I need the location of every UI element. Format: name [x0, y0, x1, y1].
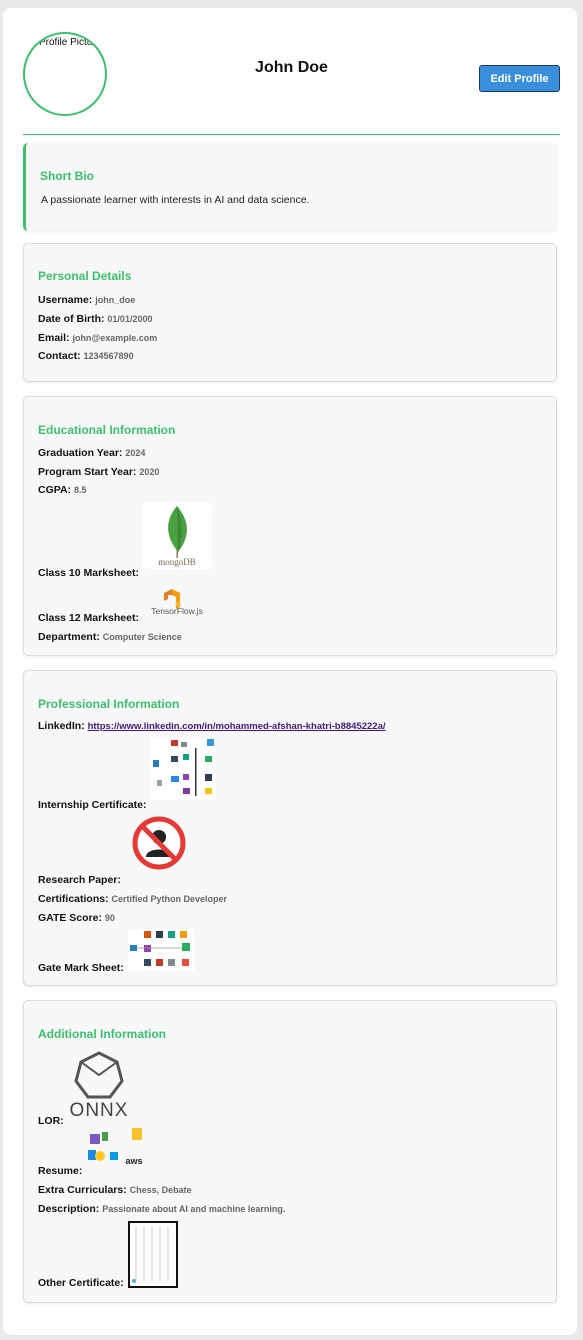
- lor-image[interactable]: ONNX: [66, 1049, 132, 1121]
- email-label: Email:: [38, 332, 70, 344]
- professional-title: Professional Information: [38, 697, 180, 711]
- professional-card: Professional Information LinkedIn: https…: [23, 670, 557, 986]
- lor-row: LOR:: [38, 1115, 64, 1127]
- resume-label: Resume:: [38, 1165, 83, 1177]
- gate-score-value: 90: [104, 913, 115, 923]
- education-card: Educational Information Graduation Year:…: [23, 396, 557, 656]
- graduation-value: 2024: [125, 448, 146, 458]
- cgpa-value: 8.5: [73, 485, 87, 495]
- dob-label: Date of Birth:: [38, 313, 105, 325]
- cgpa-label: CGPA:: [38, 484, 72, 496]
- class10-marksheet-image[interactable]: mongoDB: [143, 502, 212, 569]
- program-start-row: Program Start Year: 2020: [38, 466, 159, 478]
- extra-curriculars-value: Chess, Debate: [129, 1185, 192, 1195]
- contact-value: 1234567890: [83, 351, 134, 361]
- onnx-logo-icon: ONNX: [70, 1051, 129, 1121]
- certifications-row: Certifications: Certified Python Develop…: [38, 893, 227, 905]
- onnx-text: ONNX: [70, 1100, 129, 1119]
- document-thumbnail-icon: [132, 1227, 169, 1283]
- avatar-alt-text: Profile Picture: [39, 37, 102, 48]
- cgpa-row: CGPA: 8.5: [38, 484, 87, 496]
- class10-row: Class 10 Marksheet:: [38, 567, 139, 579]
- linkedin-link[interactable]: https://www.linkedin.com/in/mohammed-afs…: [88, 721, 386, 732]
- tensorflow-text: TensorFlow.js: [151, 606, 203, 616]
- class12-marksheet-image[interactable]: TensorFlow.js: [147, 587, 207, 621]
- no-user-icon: [132, 816, 186, 870]
- linkedin-label: LinkedIn:: [38, 720, 85, 732]
- department-row: Department: Computer Science: [38, 631, 182, 643]
- other-certificate-label: Other Certificate:: [38, 1277, 124, 1289]
- aws-text: aws: [125, 1156, 142, 1166]
- diagram-thumbnail-icon: [130, 931, 190, 966]
- bio-text: A passionate learner with interests in A…: [41, 194, 310, 206]
- department-value: Computer Science: [102, 632, 182, 642]
- gate-sheet-row: Gate Mark Sheet:: [38, 962, 124, 974]
- class12-row: Class 12 Marksheet:: [38, 612, 139, 624]
- additional-card: Additional Information ONNX LOR: aws Res…: [23, 1000, 557, 1303]
- other-certificate-row: Other Certificate:: [38, 1277, 124, 1289]
- contact-row: Contact: 1234567890: [38, 350, 134, 362]
- program-start-label: Program Start Year:: [38, 466, 137, 478]
- tensorflow-icon: TensorFlow.js: [151, 589, 203, 616]
- tech-logos-icon: aws: [88, 1128, 143, 1166]
- internship-label: Internship Certificate:: [38, 799, 147, 811]
- lor-label: LOR:: [38, 1115, 64, 1127]
- username-label: Username:: [38, 294, 93, 306]
- research-row: Research Paper:: [38, 874, 121, 886]
- internship-row: Internship Certificate:: [38, 799, 147, 811]
- personal-title: Personal Details: [38, 269, 132, 283]
- research-label: Research Paper:: [38, 874, 121, 886]
- linkedin-row: LinkedIn: https://www.linkedin.com/in/mo…: [38, 720, 386, 732]
- contact-label: Contact:: [38, 350, 81, 362]
- username-row: Username: john_doe: [38, 294, 135, 306]
- certifications-label: Certifications:: [38, 893, 109, 905]
- gate-score-row: GATE Score: 90: [38, 912, 115, 924]
- mongodb-text: mongoDB: [158, 557, 196, 567]
- extra-curriculars-row: Extra Curriculars: Chess, Debate: [38, 1184, 192, 1196]
- username-value: john_doe: [95, 295, 136, 305]
- education-title: Educational Information: [38, 423, 176, 437]
- other-certificate-image[interactable]: [128, 1221, 178, 1288]
- department-label: Department:: [38, 631, 100, 643]
- class12-label: Class 12 Marksheet:: [38, 612, 139, 624]
- description-value: Passionate about AI and machine learning…: [102, 1204, 286, 1214]
- gate-marksheet-image[interactable]: [128, 929, 194, 971]
- additional-title: Additional Information: [38, 1027, 166, 1041]
- edit-profile-button[interactable]: Edit Profile: [479, 65, 560, 92]
- diagram-thumbnail-icon: [153, 739, 214, 796]
- certifications-value: Certified Python Developer: [111, 894, 228, 904]
- internship-certificate-image[interactable]: [151, 738, 216, 800]
- graduation-row: Graduation Year: 2024: [38, 447, 145, 459]
- description-label: Description:: [38, 1203, 100, 1215]
- program-start-value: 2020: [139, 467, 160, 477]
- email-value: john@example.com: [72, 333, 158, 343]
- profile-page: Profile Picture John Doe Edit Profile Sh…: [3, 8, 577, 1335]
- research-paper-image[interactable]: [131, 815, 187, 871]
- gate-sheet-label: Gate Mark Sheet:: [38, 962, 124, 974]
- dob-value: 01/01/2000: [107, 314, 153, 324]
- personal-details-card: Personal Details Username: john_doe Date…: [23, 243, 557, 382]
- graduation-label: Graduation Year:: [38, 447, 123, 459]
- extra-curriculars-label: Extra Curriculars:: [38, 1184, 127, 1196]
- class10-label: Class 10 Marksheet:: [38, 567, 139, 579]
- resume-image[interactable]: aws: [86, 1126, 148, 1168]
- dob-row: Date of Birth: 01/01/2000: [38, 313, 152, 325]
- resume-row: Resume:: [38, 1165, 82, 1177]
- bio-title: Short Bio: [40, 169, 94, 183]
- gate-score-label: GATE Score:: [38, 912, 102, 924]
- profile-header: Profile Picture John Doe Edit Profile: [23, 26, 560, 135]
- mongodb-leaf-icon: mongoDB: [158, 506, 196, 567]
- bio-card: Short Bio A passionate learner with inte…: [23, 143, 557, 231]
- email-row: Email: john@example.com: [38, 332, 157, 344]
- description-row: Description: Passionate about AI and mac…: [38, 1203, 285, 1215]
